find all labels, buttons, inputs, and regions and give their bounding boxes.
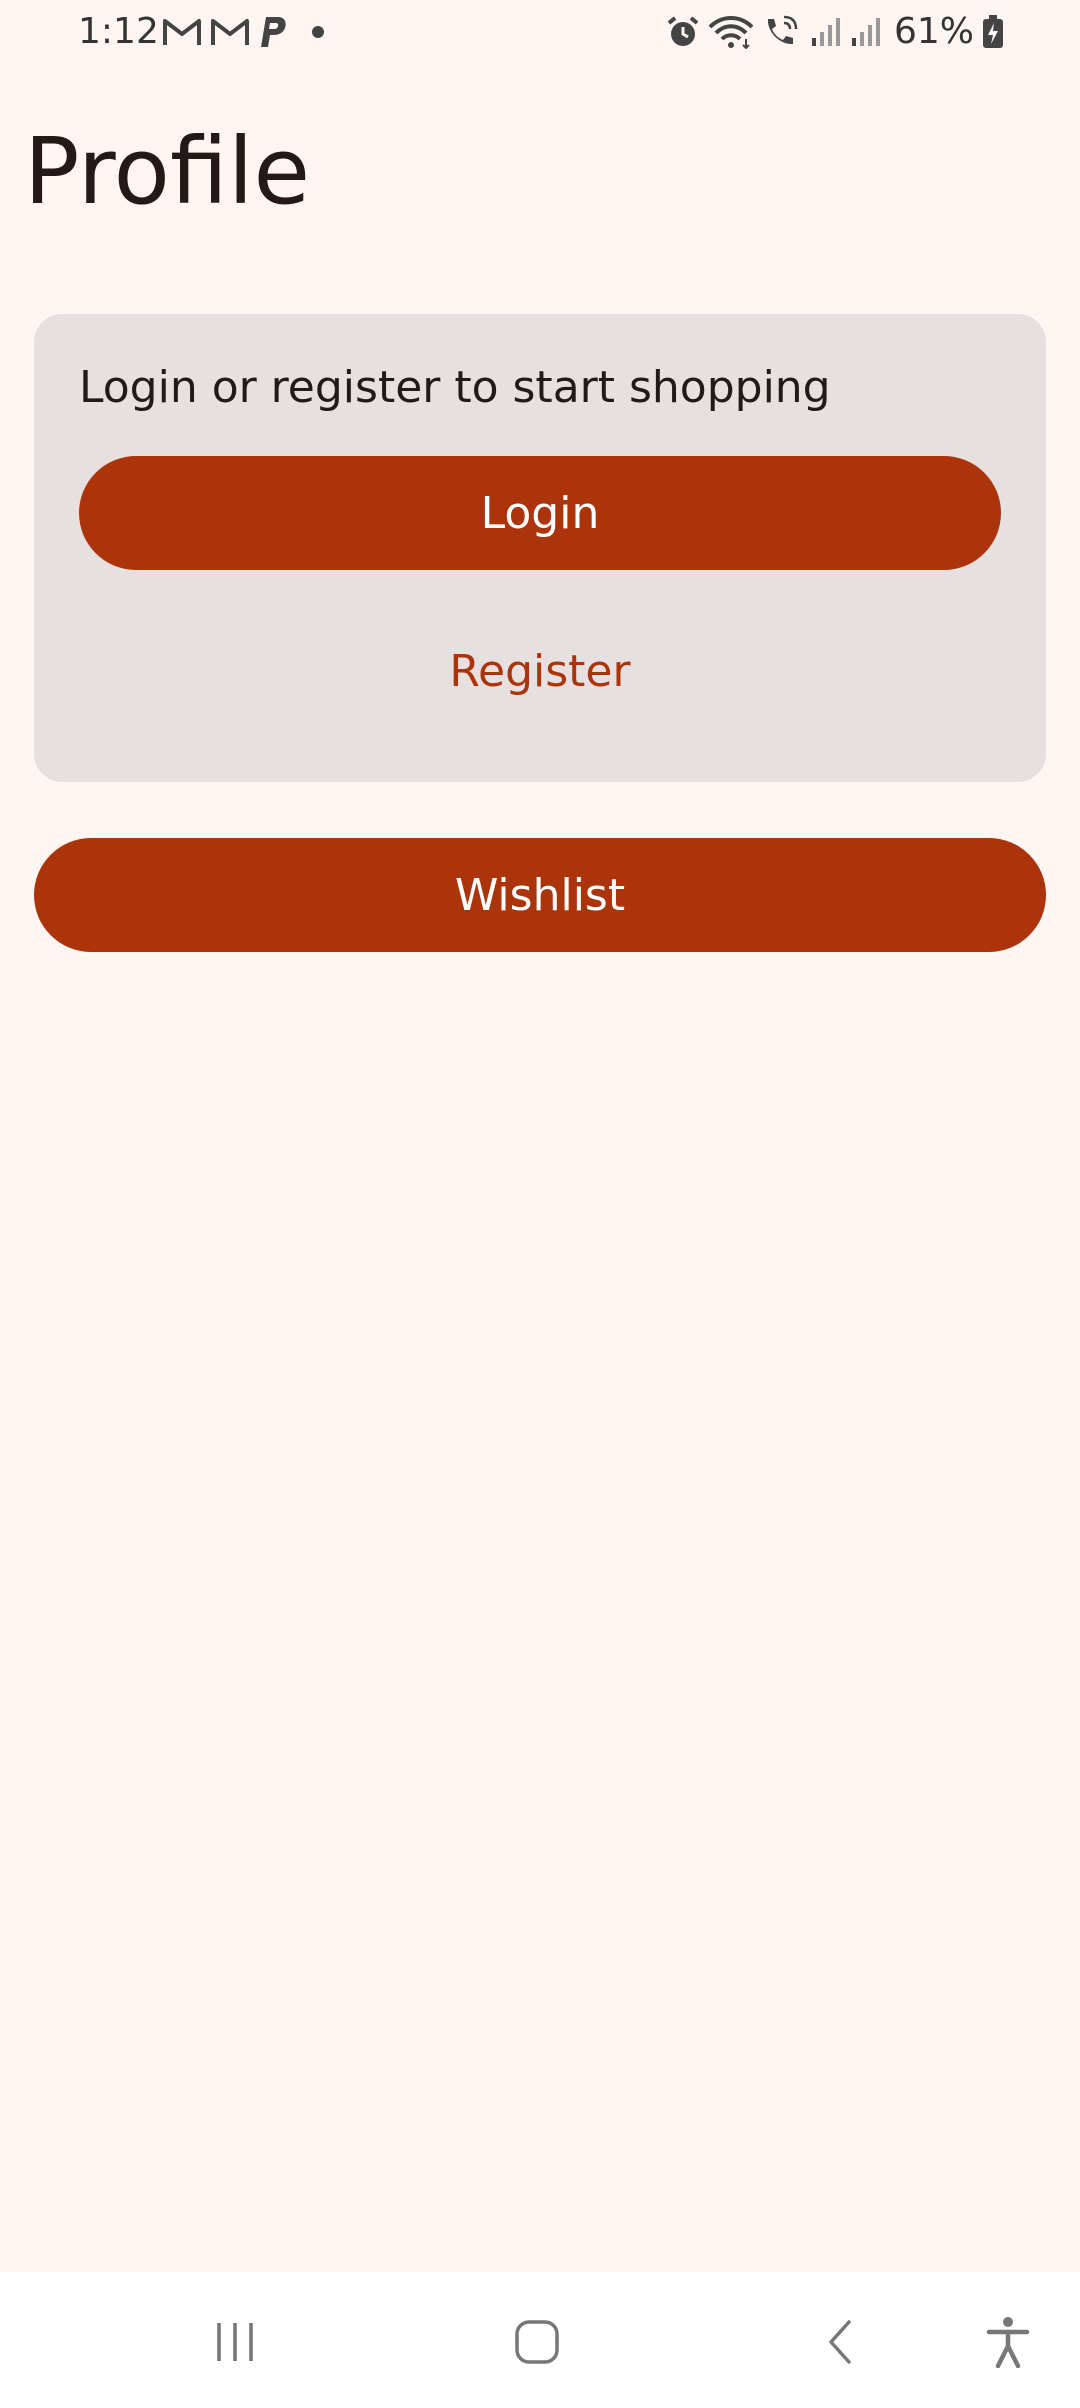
back-button[interactable] bbox=[800, 2302, 880, 2382]
home-icon bbox=[513, 2318, 561, 2366]
wishlist-button[interactable]: Wishlist bbox=[34, 838, 1046, 952]
auth-card: Login or register to start shopping Logi… bbox=[34, 314, 1046, 782]
auth-prompt: Login or register to start shopping bbox=[79, 362, 831, 413]
battery-charging-icon bbox=[982, 15, 1004, 49]
gmail-icon bbox=[210, 17, 250, 47]
notification-dot-icon bbox=[312, 26, 324, 38]
gmail-icon bbox=[162, 17, 202, 47]
page-title: Profile bbox=[24, 118, 311, 225]
login-button[interactable]: Login bbox=[79, 456, 1001, 570]
recent-apps-icon bbox=[213, 2320, 257, 2364]
home-button[interactable] bbox=[497, 2302, 577, 2382]
paypal-icon bbox=[258, 15, 288, 49]
wifi-calling-icon bbox=[762, 15, 802, 49]
alarm-icon bbox=[666, 15, 700, 49]
battery-percentage: 61% bbox=[893, 11, 974, 52]
status-bar: 1:12 61% bbox=[0, 0, 1080, 64]
status-time: 1:12 bbox=[78, 11, 159, 52]
register-button[interactable]: Register bbox=[79, 616, 1001, 726]
navigation-bar bbox=[0, 2272, 1080, 2408]
recent-apps-button[interactable] bbox=[195, 2302, 275, 2382]
signal-icon bbox=[810, 16, 842, 48]
accessibility-icon bbox=[986, 2316, 1030, 2368]
accessibility-button[interactable] bbox=[968, 2302, 1048, 2382]
back-icon bbox=[823, 2318, 857, 2366]
wifi-icon bbox=[708, 15, 754, 49]
system-status-icons: 61% bbox=[666, 10, 1004, 54]
signal-icon bbox=[850, 16, 882, 48]
notification-icons bbox=[162, 14, 324, 50]
